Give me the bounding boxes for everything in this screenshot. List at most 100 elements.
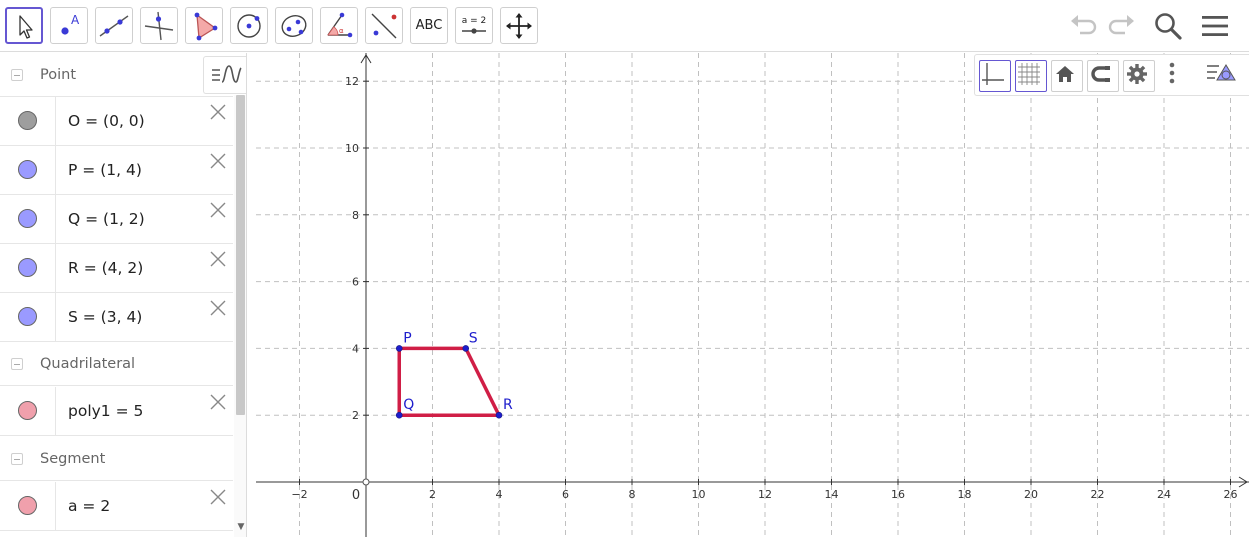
visibility-marble-icon[interactable] xyxy=(18,160,37,179)
collapse-icon[interactable] xyxy=(11,69,23,81)
visibility-marble-icon[interactable] xyxy=(18,401,37,420)
category-label: Segment xyxy=(40,451,106,467)
point-icon: A xyxy=(61,13,80,35)
slider-icon: a = 2 xyxy=(462,16,486,34)
standard-view-button[interactable] xyxy=(1051,60,1083,92)
undo-button[interactable] xyxy=(1066,8,1102,44)
x-tick-label: 26 xyxy=(1224,488,1238,501)
algebra-row-q[interactable]: Q = (1, 2) xyxy=(0,195,233,244)
ellipse-icon xyxy=(281,14,307,37)
category-label: Quadrilateral xyxy=(40,356,136,372)
circle-tool-button[interactable] xyxy=(230,7,268,44)
move-tool-button[interactable] xyxy=(5,7,43,44)
toggle-style-bar-button[interactable] xyxy=(1205,60,1237,92)
algebra-formula[interactable]: Q = (1, 2) xyxy=(68,210,145,228)
scroll-down-arrow-icon[interactable]: ▼ xyxy=(235,522,246,534)
algebra-formula[interactable]: R = (4, 2) xyxy=(68,259,143,277)
algebra-row-p[interactable]: P = (1, 4) xyxy=(0,146,233,195)
algebra-row-r[interactable]: R = (4, 2) xyxy=(0,244,233,293)
more-vertical-icon xyxy=(1169,62,1175,84)
angle-tool-button[interactable]: α xyxy=(320,7,358,44)
move-view-tool-button[interactable] xyxy=(500,7,538,44)
algebra-formula[interactable]: a = 2 xyxy=(68,497,110,515)
category-header-point[interactable]: Point xyxy=(0,53,233,97)
point-label-r[interactable]: R xyxy=(503,397,513,413)
visibility-marble-icon[interactable] xyxy=(18,258,37,277)
angle-icon: α xyxy=(327,12,353,37)
graphics-view[interactable]: −2 2 4 6 8 10 12 14 16 18 20 22 24 26 0 2 4 6 8 10 12 PQRS xyxy=(256,53,1249,537)
scrollbar-thumb[interactable] xyxy=(236,95,245,415)
redo-button[interactable] xyxy=(1103,8,1139,44)
algebra-formula[interactable]: S = (3, 4) xyxy=(68,308,142,326)
algebra-row-o[interactable]: O = (0, 0) xyxy=(0,97,233,146)
y-tick-label: 10 xyxy=(345,142,359,155)
origin-label: 0 xyxy=(352,488,360,503)
algebra-row-a[interactable]: a = 2 xyxy=(0,482,233,531)
svg-text:A: A xyxy=(71,13,80,27)
algebra-row-s[interactable]: S = (3, 4) xyxy=(0,293,233,342)
cursor-arrow-icon xyxy=(19,14,33,39)
point-capturing-icon xyxy=(1091,66,1110,82)
point-label-p[interactable]: P xyxy=(403,330,411,346)
visibility-marble-icon[interactable] xyxy=(18,307,37,326)
delete-icon[interactable] xyxy=(208,487,228,507)
main-toolbar: A α ABC a = 2 xyxy=(0,0,1249,52)
x-tick-label: 14 xyxy=(825,488,839,501)
text-tool-button[interactable]: ABC xyxy=(410,7,448,44)
x-tick-label: 18 xyxy=(958,488,972,501)
point-p[interactable] xyxy=(395,345,403,352)
delete-icon[interactable] xyxy=(208,151,228,171)
visibility-marble-icon[interactable] xyxy=(18,111,37,130)
x-tick-label: 12 xyxy=(758,488,772,501)
point-tool-button[interactable]: A xyxy=(50,7,88,44)
origin-point xyxy=(362,478,370,486)
perpendicular-tool-button[interactable] xyxy=(140,7,178,44)
search-button[interactable] xyxy=(1150,8,1186,44)
point-label-s[interactable]: S xyxy=(469,330,478,346)
point-label-q[interactable]: Q xyxy=(403,397,414,413)
collapse-icon[interactable] xyxy=(11,358,23,370)
algebra-formula[interactable]: poly1 = 5 xyxy=(68,402,143,420)
slider-tool-button[interactable]: a = 2 xyxy=(455,7,493,44)
grid-toggle-icon xyxy=(1018,63,1040,85)
reflect-about-line-icon xyxy=(371,13,397,38)
toggle-style-bar-icon xyxy=(1207,64,1236,81)
collapse-icon[interactable] xyxy=(11,453,23,465)
algebra-formula[interactable]: O = (0, 0) xyxy=(68,112,145,130)
algebra-description-icon xyxy=(211,65,242,83)
algebra-formula[interactable]: P = (1, 4) xyxy=(68,161,142,179)
algebra-view: Point O = (0, 0) P = (1, 4) Q = (1, 2) R… xyxy=(0,53,247,537)
undo-icon xyxy=(1071,15,1097,35)
graphics-settings-button[interactable] xyxy=(1123,60,1155,92)
perpendicular-line-icon xyxy=(144,11,174,40)
x-tick-label: 20 xyxy=(1024,488,1038,501)
visibility-marble-icon[interactable] xyxy=(18,209,37,228)
category-header-quadrilateral[interactable]: Quadrilateral xyxy=(0,342,233,386)
x-tick-label: 8 xyxy=(629,488,636,501)
home-icon xyxy=(1056,66,1074,82)
delete-icon[interactable] xyxy=(208,298,228,318)
point-q[interactable] xyxy=(395,411,403,419)
visibility-marble-icon[interactable] xyxy=(18,496,37,515)
grid-toggle-button[interactable] xyxy=(1015,60,1047,92)
algebra-row-poly1[interactable]: poly1 = 5 xyxy=(0,387,233,436)
hamburger-menu-icon xyxy=(1202,16,1228,36)
reflect-tool-button[interactable] xyxy=(365,7,403,44)
construction: P Q R S xyxy=(395,330,513,419)
delete-icon[interactable] xyxy=(208,392,228,412)
x-tick-label: 10 xyxy=(692,488,706,501)
algebra-style-button[interactable] xyxy=(203,56,246,94)
polygon-tool-button[interactable] xyxy=(185,7,223,44)
more-options-button[interactable] xyxy=(1159,60,1191,92)
axes-toggle-button[interactable] xyxy=(979,60,1011,92)
coordinate-plane[interactable]: −2 2 4 6 8 10 12 14 16 18 20 22 24 26024681012 PQ RS xyxy=(256,53,1249,537)
point-capturing-button[interactable] xyxy=(1087,60,1119,92)
point-r[interactable] xyxy=(495,411,503,419)
line-tool-button[interactable] xyxy=(95,7,133,44)
main-menu-button[interactable] xyxy=(1197,8,1233,44)
delete-icon[interactable] xyxy=(208,102,228,122)
delete-icon[interactable] xyxy=(208,249,228,269)
delete-icon[interactable] xyxy=(208,200,228,220)
category-header-segment[interactable]: Segment xyxy=(0,437,233,481)
ellipse-tool-button[interactable] xyxy=(275,7,313,44)
